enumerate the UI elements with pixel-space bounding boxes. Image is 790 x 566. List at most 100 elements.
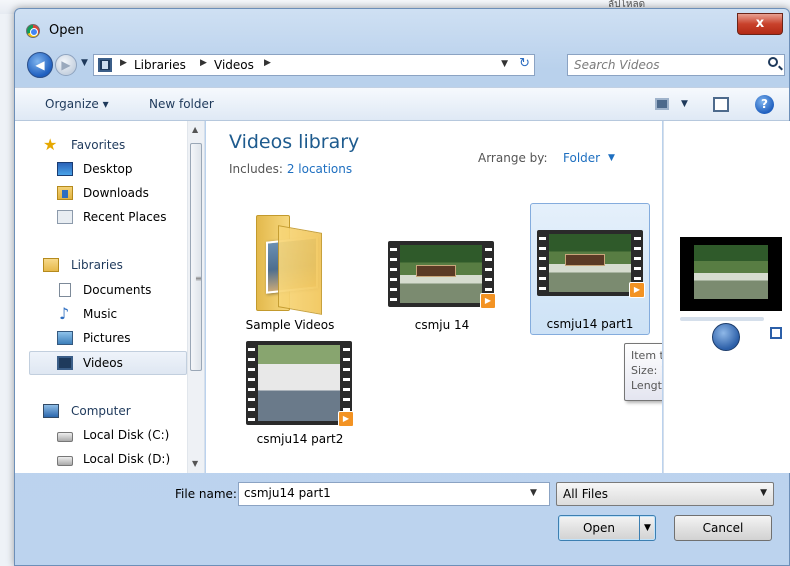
videos-library-icon (98, 58, 112, 72)
navigation-pane: ★ Favorites Desktop Downloads Recent Pla… (15, 121, 205, 473)
sidebar-item-computer[interactable]: Computer (29, 401, 189, 423)
breadcrumb-videos[interactable]: Videos (214, 58, 254, 72)
fullscreen-icon[interactable] (770, 327, 782, 339)
file-info-tooltip: Item type: Video Clip Size: 18.3 MB Leng… (624, 343, 662, 401)
search-box[interactable] (567, 54, 785, 76)
video-thumbnail: ▶ (388, 241, 496, 309)
sidebar-item-label: Local Disk (C:) (83, 428, 170, 442)
sidebar-item-label: Music (83, 307, 118, 321)
disk-icon (57, 432, 73, 442)
navigation-bar: ◀ ▶ ▼ ▶ Libraries ▶ Videos ▶ ▼ ↻ (15, 49, 789, 79)
disk-icon (57, 456, 73, 466)
seek-slider[interactable] (680, 317, 764, 321)
sidebar-item-label: Libraries (71, 258, 123, 272)
sidebar-item-local-disk-d[interactable]: Local Disk (D:) (29, 449, 189, 471)
libraries-icon (43, 258, 59, 272)
music-icon: ♪ (59, 304, 70, 323)
sidebar-item-label: Local Disk (D:) (83, 452, 171, 466)
open-button[interactable]: Open ▼ (558, 515, 656, 541)
file-item-sample-videos[interactable]: Sample Videos (230, 205, 350, 337)
file-item-csmju-14[interactable]: ▶ csmju 14 (382, 205, 502, 337)
window-title: Open (49, 23, 84, 38)
search-icon[interactable] (768, 57, 778, 67)
library-includes: Includes: 2 locations (229, 162, 352, 176)
star-icon: ★ (43, 135, 58, 154)
breadcrumb-chevron-right-icon[interactable]: ▶ (120, 58, 127, 68)
breadcrumb-chevron-right-icon[interactable]: ▶ (200, 58, 207, 68)
file-list: Videos library Includes: 2 locations Arr… (206, 121, 662, 473)
locations-link[interactable]: 2 locations (287, 162, 352, 176)
address-bar[interactable]: ▶ Libraries ▶ Videos ▶ ▼ ↻ (93, 54, 535, 76)
open-dialog: Open x ◀ ▶ ▼ ▶ Libraries ▶ Videos ▶ ▼ ↻ … (14, 8, 790, 566)
help-icon[interactable]: ? (755, 95, 774, 114)
sidebar-item-label: Computer (71, 404, 131, 418)
arrange-by-chevron-down-icon[interactable]: ▼ (608, 153, 615, 163)
play-icon[interactable] (712, 323, 740, 351)
scroll-down-icon[interactable]: ▼ (192, 459, 198, 468)
video-play-icon: ▶ (338, 411, 354, 427)
sidebar-item-label: Videos (83, 356, 123, 370)
video-thumbnail: ▶ (537, 230, 645, 298)
navigation-scrollbar[interactable]: ▲ ≡ ▼ (187, 121, 204, 473)
grip-icon: ≡ (195, 274, 202, 283)
sidebar-item-label: Downloads (83, 186, 149, 200)
sidebar-item-label: Favorites (71, 138, 126, 152)
file-item-csmju14-part1[interactable]: ▶ csmju14 part1 (530, 203, 650, 335)
view-options-chevron-down-icon[interactable]: ▼ (681, 99, 688, 109)
video-play-icon: ▶ (480, 293, 496, 309)
sidebar-item-recent-places[interactable]: Recent Places (29, 207, 189, 229)
breadcrumb-libraries[interactable]: Libraries (134, 58, 186, 72)
file-item-csmju14-part2[interactable]: ▶ csmju14 part2 (240, 319, 360, 451)
recent-places-icon (57, 210, 73, 224)
video-play-icon: ▶ (629, 282, 645, 298)
search-input[interactable] (568, 55, 758, 75)
scrollbar-thumb[interactable]: ≡ (190, 143, 202, 371)
recent-pages-chevron-down-icon[interactable]: ▼ (81, 58, 88, 68)
arrange-by-label: Arrange by: (478, 151, 548, 165)
tooltip-length: Length: 00:03:50 (631, 379, 662, 392)
file-name: csmju14 part1 (546, 317, 634, 331)
organize-button[interactable]: Organize ▾ (45, 97, 109, 111)
file-type-select[interactable]: All Files ▼ (556, 482, 774, 506)
sidebar-item-libraries[interactable]: Libraries (29, 255, 189, 277)
file-type-value: All Files (563, 487, 609, 501)
tooltip-item-type: Item type: Video Clip (631, 349, 662, 362)
arrange-by-dropdown[interactable]: Folder (563, 151, 600, 165)
file-name-label: File name: (175, 487, 237, 501)
videos-icon (57, 356, 73, 370)
library-title: Videos library (229, 131, 360, 153)
sidebar-item-downloads[interactable]: Downloads (29, 183, 189, 205)
desktop-icon (57, 162, 73, 176)
sidebar-item-music[interactable]: ♪ Music (29, 304, 189, 326)
file-type-chevron-down-icon[interactable]: ▼ (760, 488, 767, 498)
sidebar-item-label: Recent Places (83, 210, 167, 224)
video-thumbnail: ▶ (246, 341, 354, 427)
sidebar-item-pictures[interactable]: Pictures (29, 328, 189, 350)
sidebar-item-favorites[interactable]: ★ Favorites (29, 135, 189, 157)
close-button[interactable]: x (737, 13, 783, 35)
preview-pane (663, 121, 790, 473)
scroll-up-icon[interactable]: ▲ (192, 125, 198, 134)
title-bar: Open x (15, 9, 789, 43)
new-folder-button[interactable]: New folder (149, 97, 214, 111)
cancel-button[interactable]: Cancel (674, 515, 772, 541)
refresh-icon[interactable]: ↻ (519, 56, 530, 71)
tooltip-size: Size: 18.3 MB (631, 364, 662, 377)
file-name-input[interactable]: csmju14 part1 (238, 482, 550, 506)
breadcrumb-chevron-right-icon[interactable]: ▶ (264, 58, 271, 68)
sidebar-item-label: Documents (83, 283, 152, 297)
sidebar-item-desktop[interactable]: Desktop (29, 159, 189, 181)
open-button-label: Open (582, 521, 616, 535)
forward-button[interactable]: ▶ (55, 54, 77, 76)
back-button[interactable]: ◀ (27, 52, 53, 78)
pictures-icon (57, 331, 73, 345)
address-dropdown-chevron-down-icon[interactable]: ▼ (501, 59, 508, 69)
change-view-icon[interactable] (655, 98, 669, 110)
sidebar-item-videos[interactable]: Videos (29, 351, 187, 375)
open-options-chevron-down-icon[interactable]: ▼ (639, 516, 655, 540)
sidebar-item-local-disk-c[interactable]: Local Disk (C:) (29, 425, 189, 447)
sidebar-item-documents[interactable]: Documents (29, 280, 189, 302)
preview-pane-icon[interactable] (713, 97, 729, 112)
downloads-icon (57, 186, 73, 200)
file-name-chevron-down-icon[interactable]: ▼ (530, 488, 537, 498)
